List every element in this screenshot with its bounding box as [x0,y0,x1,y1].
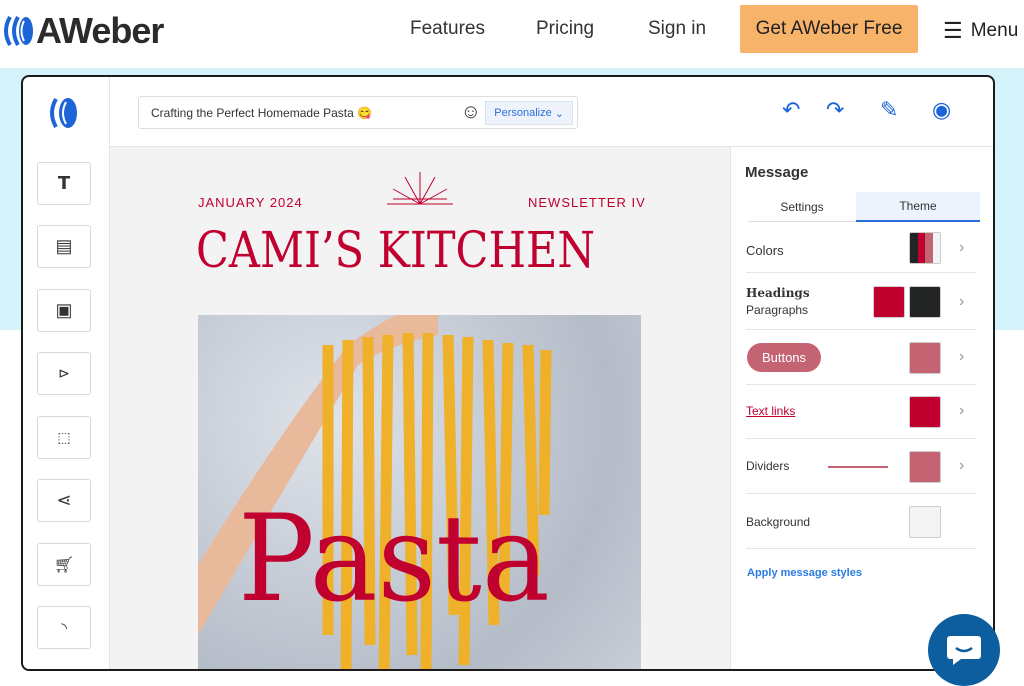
text-links-label: Text links [746,404,796,418]
video-tool[interactable]: ⊳ [37,352,91,395]
article-tool[interactable]: ▤ [37,225,91,268]
chevron-right-icon: › [959,293,965,310]
colors-swatch [909,232,941,264]
chevron-right-icon: › [959,348,965,365]
button-tool[interactable]: ⬚ [37,416,91,459]
background-row[interactable]: Background [746,494,976,549]
aweber-logo[interactable]: AWeber [4,10,164,52]
hamburger-icon: ☰ [943,18,963,43]
text-tool[interactable]: T [37,162,91,205]
brand-name: AWeber [36,10,164,51]
menu-button[interactable]: ☰ Menu [943,18,1018,44]
video-icon: ⊳ [58,365,70,381]
editor-header: Crafting the Perfect Homemade Pasta 😋 ☺ … [110,77,993,147]
divider-sample [828,466,888,468]
dividers-row[interactable]: Dividers › [746,439,976,494]
rss-icon: ◝ [61,619,67,637]
panel-title: Message [745,164,809,181]
buttons-row[interactable]: Buttons › [746,330,976,385]
email-canvas: JANUARY 2024 NEWSLETTER IV CAMI’S KITCHE… [110,147,730,669]
nav-sign-in[interactable]: Sign in [648,18,706,40]
text-icon: T [57,173,71,194]
cart-icon: 🛒︎ [53,556,75,574]
preview-eye-icon[interactable]: ◉ [932,97,951,123]
nav-pricing[interactable]: Pricing [536,18,594,40]
text-links-row[interactable]: Text links › [746,385,976,439]
chevron-right-icon: › [959,402,965,419]
hero-image: Pasta [198,315,641,669]
paragraphs-color-swatch [909,286,941,318]
headings-label: Headings [746,286,810,300]
headings-color-swatch [873,286,905,318]
apply-message-styles-link[interactable]: Apply message styles [747,567,862,579]
tool-sidebar: T ▤ ▣ ⊳ ⬚ ⋖ 🛒︎ ◝ [23,77,110,669]
newsletter-issue: NEWSLETTER IV [528,195,646,210]
aweber-logo-icon [4,16,33,46]
aweber-app-icon [50,98,77,128]
share-tool[interactable]: ⋖ [37,479,91,522]
background-color-swatch [909,506,941,538]
chevron-right-icon: › [959,239,965,256]
menu-label: Menu [970,20,1019,41]
tab-theme[interactable]: Theme [856,192,980,222]
buttons-color-swatch [909,342,941,374]
emoji-picker-icon[interactable]: ☺ [461,101,481,124]
typography-row[interactable]: Headings Paragraphs › [746,273,976,330]
dividers-color-swatch [909,451,941,483]
image-icon: ▣ [55,300,73,320]
get-aweber-free-button[interactable]: Get AWeber Free [740,5,918,53]
cart-tool[interactable]: 🛒︎ [37,543,91,586]
article-icon: ▤ [55,236,73,256]
colors-label: Colors [746,243,784,258]
background-label: Background [746,515,811,529]
redo-icon[interactable]: ↷ [826,97,844,123]
text-links-color-swatch [909,396,941,428]
button-icon: ⬚ [57,429,71,445]
undo-icon[interactable]: ↶ [782,97,800,123]
newsletter-title: CAMI’S KITCHEN [196,221,595,279]
share-icon: ⋖ [56,490,72,510]
tab-settings[interactable]: Settings [748,192,856,222]
hero-text: Pasta [238,490,550,629]
chat-button[interactable] [928,614,1000,686]
chevron-right-icon: › [959,457,965,474]
image-tool[interactable]: ▣ [37,289,91,332]
colors-row[interactable]: Colors › [746,222,976,273]
sunburst-icon [387,172,453,205]
chevron-down-icon: ⌄ [554,107,564,120]
nav-features[interactable]: Features [410,18,485,40]
brush-icon[interactable]: ✎ [880,97,898,123]
subject-line-input[interactable]: Crafting the Perfect Homemade Pasta 😋 ☺ … [138,96,578,129]
subject-text: Crafting the Perfect Homemade Pasta 😋 [151,105,373,120]
dividers-label: Dividers [746,459,790,473]
buttons-sample: Buttons [747,343,821,372]
rss-tool[interactable]: ◝ [37,606,91,649]
top-nav: AWeber Features Pricing Sign in Get AWeb… [0,0,1024,68]
paragraphs-label: Paragraphs [746,303,809,317]
newsletter-date: JANUARY 2024 [198,195,303,210]
chat-icon [947,636,981,665]
personalize-dropdown[interactable]: Personalize ⌄ [485,101,573,125]
personalize-label: Personalize [494,107,552,119]
theme-panel: Message Settings Theme Colors › Headings… [730,147,993,669]
editor-window: T ▤ ▣ ⊳ ⬚ ⋖ 🛒︎ ◝ Crafting the Perfect Ho… [21,75,995,671]
